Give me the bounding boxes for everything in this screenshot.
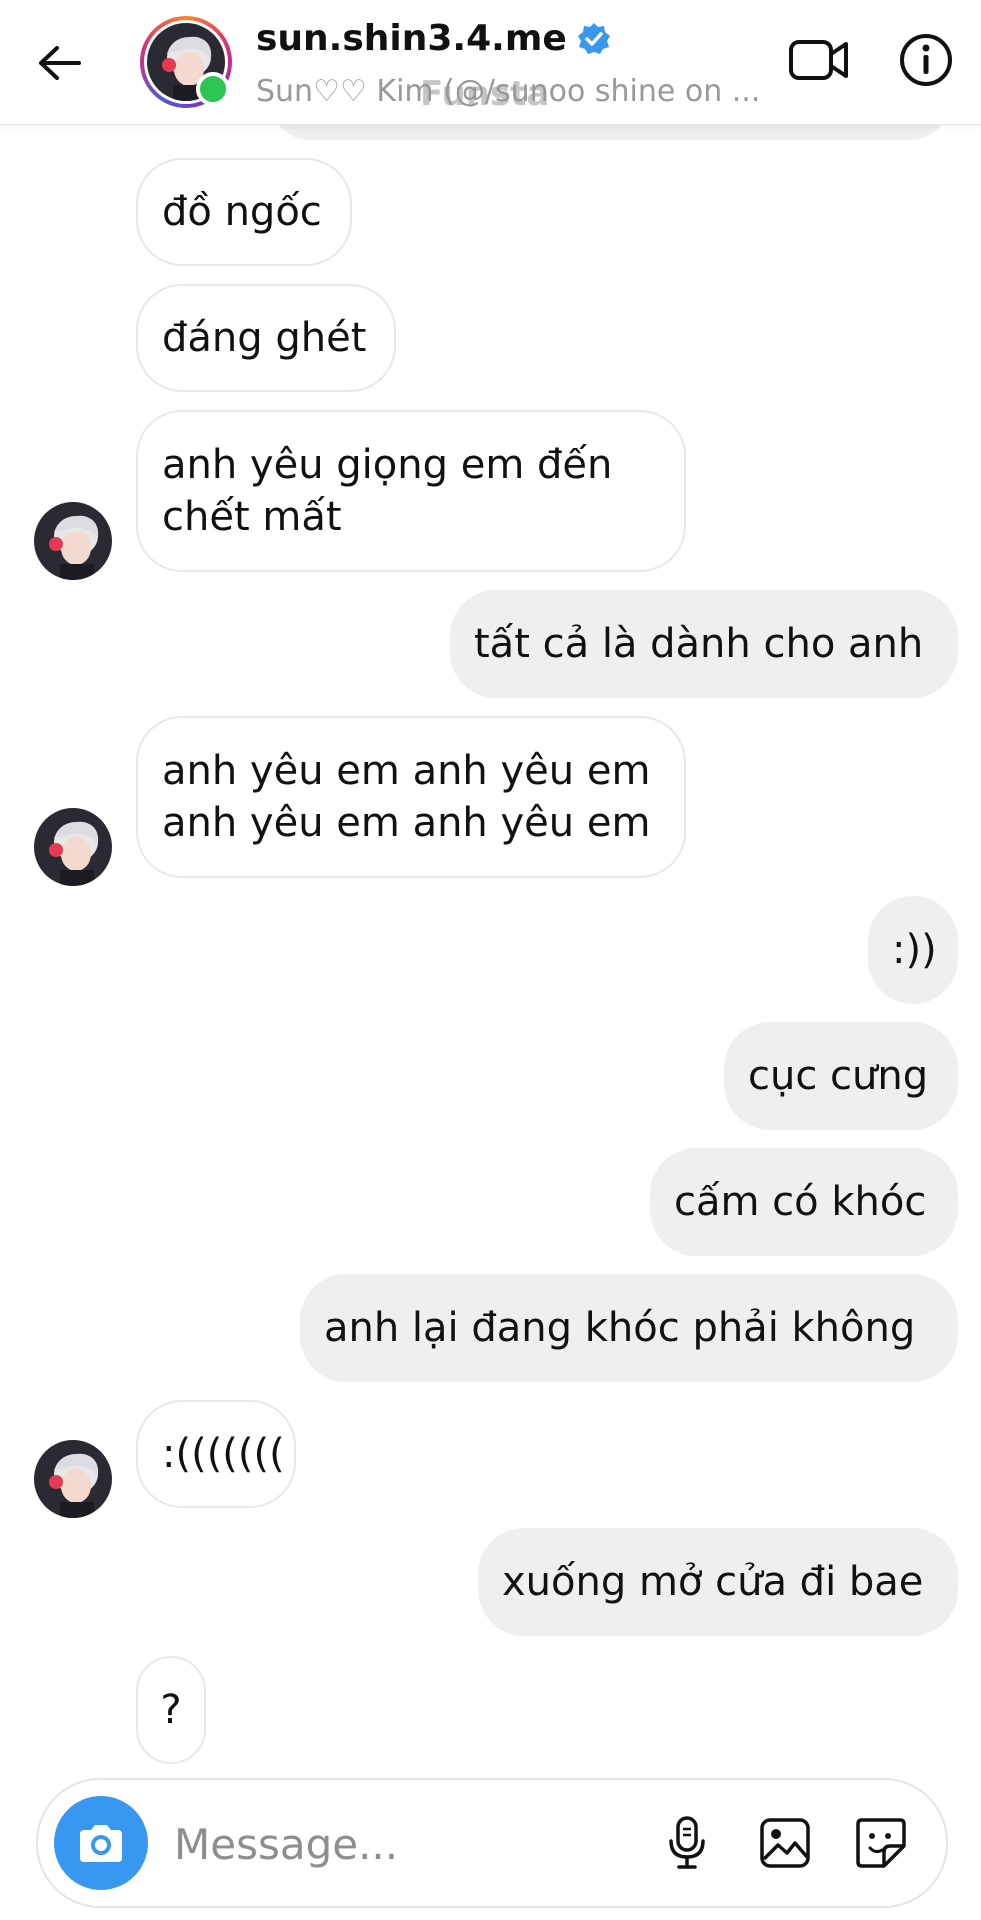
message-text: :)): [892, 927, 937, 973]
sender-avatar[interactable]: [34, 502, 112, 580]
sent-message[interactable]: :)): [868, 896, 958, 1004]
message-text-line: anh yêu em anh yêu em: [162, 748, 651, 794]
received-message[interactable]: đáng ghét: [136, 284, 396, 392]
message-text-line: anh yêu em anh yêu em: [162, 800, 651, 846]
message-text: đáng ghét: [162, 315, 367, 361]
message-text: cấm có khóc: [674, 1179, 927, 1225]
profile-photo-icon: [34, 808, 112, 886]
sent-message[interactable]: anh lại đang khóc phải không: [300, 1274, 958, 1382]
camera-icon: [80, 1825, 122, 1862]
message-text: ?: [160, 1687, 182, 1733]
received-message[interactable]: đồ ngốc: [136, 158, 352, 266]
received-message[interactable]: anh yêu em anh yêu em anh yêu em anh yêu…: [136, 716, 686, 878]
sent-message[interactable]: cục cưng: [724, 1022, 958, 1130]
message-text-line: anh yêu giọng em đến: [162, 442, 613, 488]
video-call-icon[interactable]: [784, 28, 854, 92]
watermark-text: Funsta: [420, 74, 550, 114]
sticker-icon[interactable]: [850, 1812, 912, 1874]
sender-avatar[interactable]: [34, 808, 112, 886]
online-status-dot: [196, 72, 230, 106]
received-message[interactable]: ?: [136, 1656, 206, 1764]
sent-message[interactable]: tất cả là dành cho anh: [450, 590, 958, 698]
message-composer: [36, 1778, 948, 1908]
message-text: anh lại đang khóc phải không: [324, 1305, 916, 1351]
message-input[interactable]: [172, 1808, 646, 1880]
chat-header: sun.shin3.4.me Sun♡♡ Kim (@/sunoo shine …: [0, 0, 981, 125]
message-text: cục cưng: [748, 1053, 929, 1099]
message-text: tất cả là dành cho anh: [474, 621, 924, 667]
received-message[interactable]: anh yêu giọng em đến chết mất: [136, 410, 686, 572]
back-arrow-icon[interactable]: [30, 34, 88, 92]
sent-message[interactable]: cấm có khóc: [650, 1148, 958, 1256]
message-text: :(((((((: [162, 1431, 285, 1477]
sender-avatar[interactable]: [34, 1440, 112, 1518]
camera-button[interactable]: [54, 1796, 148, 1890]
gallery-image-icon[interactable]: [754, 1812, 816, 1874]
chat-username[interactable]: sun.shin3.4.me: [256, 18, 567, 59]
sent-message[interactable]: xuống mở cửa đi bae: [478, 1528, 958, 1636]
info-icon[interactable]: [894, 28, 958, 92]
received-message[interactable]: :(((((((: [136, 1400, 296, 1508]
microphone-icon[interactable]: [656, 1812, 718, 1874]
message-text: xuống mở cửa đi bae: [502, 1559, 924, 1605]
profile-photo-icon: [34, 502, 112, 580]
verified-badge-icon: [577, 22, 610, 54]
message-text: đồ ngốc: [162, 189, 322, 235]
profile-photo-icon: [34, 1440, 112, 1518]
message-text-line: chết mất: [162, 494, 342, 540]
